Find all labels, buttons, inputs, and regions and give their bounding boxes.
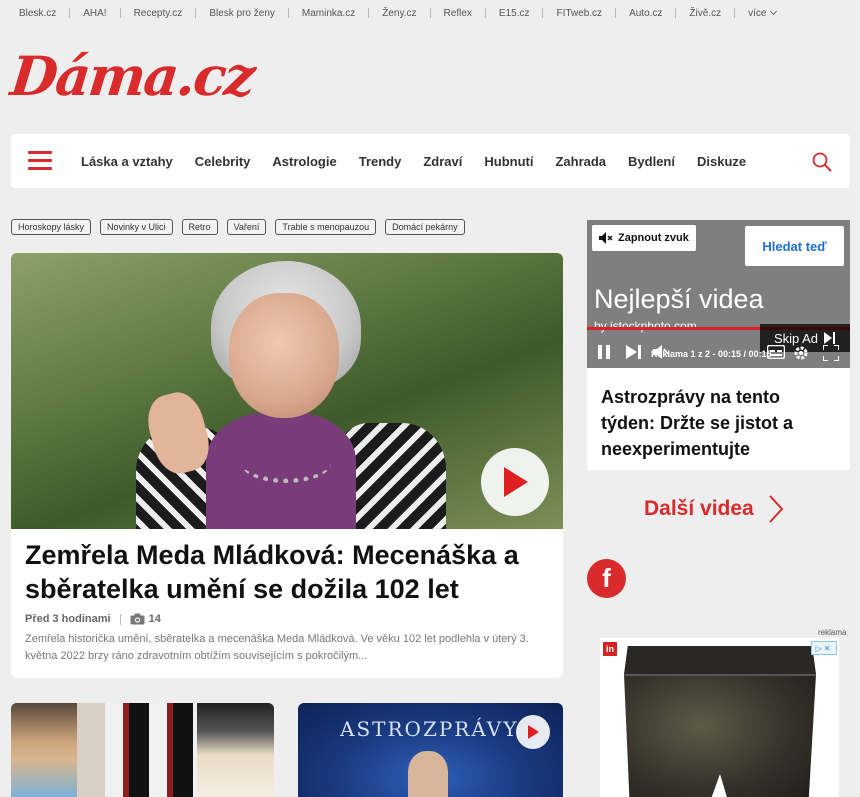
speaker-muted-icon: [599, 232, 613, 244]
network-link[interactable]: Reflex: [444, 8, 472, 19]
nav-item[interactable]: Bydlení: [628, 154, 675, 169]
divider: [69, 8, 71, 18]
divider: [675, 8, 677, 18]
topic-tag[interactable]: Domácí pekárny: [385, 219, 465, 235]
pause-icon[interactable]: [598, 345, 610, 359]
nav-item[interactable]: Hubnutí: [484, 154, 533, 169]
volume-muted-icon[interactable]: [653, 345, 669, 359]
nav-item[interactable]: Celebrity: [195, 154, 251, 169]
ad-product-image[interactable]: [624, 646, 816, 797]
play-icon: [528, 725, 539, 739]
ad-source: by istockphoto.com: [594, 319, 697, 333]
nav-item[interactable]: Diskuze: [697, 154, 746, 169]
nav-item[interactable]: Láska a vztahy: [81, 154, 173, 169]
photo-count: 14: [148, 613, 161, 625]
topic-tag[interactable]: Vaření: [226, 219, 267, 235]
network-link[interactable]: Auto.cz: [629, 8, 662, 19]
nav-item[interactable]: Zahrada: [555, 154, 606, 169]
chevron-down-icon: [770, 7, 778, 16]
astrozpravy-label: ASTROZPRÁVY: [340, 717, 519, 741]
more-videos-link[interactable]: Další videa: [644, 494, 784, 524]
divider: [484, 8, 486, 18]
hero-article-image[interactable]: [11, 253, 563, 529]
divider: [615, 8, 617, 18]
hero-article[interactable]: Zemřela Meda Mládková: Mecenáška a sběra…: [11, 253, 563, 678]
main-nav: Láska a vztahy Celebrity Astrologie Trendy Z…: [11, 134, 850, 188]
nav-menu: Láska a vztahy Celebrity Astrologie Trendy Z…: [81, 134, 768, 188]
nav-item[interactable]: Trendy: [359, 154, 402, 169]
hero-article-perex: Zemřela historička umění, sběratelka a m…: [25, 633, 529, 662]
divider: [429, 8, 431, 18]
topic-tag[interactable]: Trable s menopauzou: [275, 219, 377, 235]
video-time: Reklama 1 z 2 - 00:15 / 00:15: [651, 349, 772, 359]
ad-cta-button[interactable]: Hledat teď: [745, 226, 844, 266]
article-thumbnail-celebrities[interactable]: [11, 703, 274, 797]
hamburger-menu-icon[interactable]: [28, 151, 52, 171]
facebook-icon[interactable]: f: [587, 559, 626, 598]
divider: [734, 8, 736, 18]
topic-tag[interactable]: Retro: [181, 219, 218, 235]
settings-gear-icon[interactable]: [793, 345, 809, 361]
thumbnail-play-button[interactable]: [516, 715, 550, 749]
video-controls: Reklama 1 z 2 - 00:15 / 00:15: [587, 338, 850, 368]
network-link[interactable]: FITweb.cz: [556, 8, 602, 19]
network-link[interactable]: Živě.cz: [689, 8, 721, 19]
divider: [542, 8, 544, 18]
more-videos-label: Další videa: [644, 497, 754, 520]
ad-network-icon: in: [603, 642, 617, 656]
divider: [195, 8, 197, 18]
site-logo[interactable]: Dáma.cz: [8, 44, 257, 108]
network-links: Blesk.cz AHA! Recepty.cz Blesk pro ženy Mami…: [19, 8, 748, 19]
ad-label: reklama: [818, 628, 847, 637]
topic-tag[interactable]: Horoskopy lásky: [11, 219, 92, 235]
ad-close-icon[interactable]: ▷✕: [811, 641, 837, 655]
video-play-button[interactable]: [481, 448, 549, 516]
side-video-card[interactable]: Astrozprávy na tento týden: Držte se jis…: [587, 368, 850, 470]
divider: [368, 8, 370, 18]
next-icon[interactable]: [626, 345, 642, 359]
camera-icon: [130, 613, 145, 625]
more-networks-dropdown[interactable]: více: [748, 7, 778, 19]
article-time: Před 3 hodinami: [25, 613, 111, 625]
network-link[interactable]: Ženy.cz: [382, 8, 416, 19]
topic-tag[interactable]: Novinky v Ulici: [100, 219, 173, 235]
side-video-title[interactable]: Astrozprávy na tento týden: Držte se jis…: [601, 384, 836, 462]
network-link[interactable]: Blesk pro ženy: [209, 8, 275, 19]
advertisement-banner[interactable]: in ▷✕: [600, 638, 839, 797]
topic-tags: Horoskopy lásky Novinky v Ulici Retro Vařen…: [11, 219, 465, 235]
hero-article-meta: Před 3 hodinami 14: [25, 613, 161, 625]
more-networks-label: více: [748, 7, 767, 19]
play-icon: [504, 467, 528, 497]
unmute-button[interactable]: Zapnout zvuk: [592, 225, 696, 251]
network-link[interactable]: E15.cz: [499, 8, 530, 19]
ad-headline: Nejlepší videa: [594, 284, 764, 314]
search-icon[interactable]: [812, 152, 832, 172]
unmute-label: Zapnout zvuk: [618, 232, 689, 244]
network-link[interactable]: Maminka.cz: [302, 8, 355, 19]
hero-article-title[interactable]: Zemřela Meda Mládková: Mecenáška a sběra…: [25, 538, 550, 606]
video-player[interactable]: Zapnout zvuk Hledat teď Nejlepší videa b…: [587, 220, 850, 368]
chevron-right-icon: [768, 495, 784, 523]
nav-item[interactable]: Zdraví: [423, 154, 462, 169]
network-link[interactable]: AHA!: [83, 8, 106, 19]
network-link[interactable]: Blesk.cz: [19, 8, 56, 19]
captions-icon[interactable]: [767, 345, 785, 359]
network-bar: Blesk.cz AHA! Recepty.cz Blesk pro ženy Mami…: [0, 0, 860, 26]
nav-item[interactable]: Astrologie: [272, 154, 336, 169]
article-thumbnail-astrozpravy[interactable]: ASTROZPRÁVY: [298, 703, 563, 797]
divider: [287, 8, 289, 18]
divider: [119, 8, 121, 18]
fullscreen-icon[interactable]: [823, 345, 839, 361]
network-link[interactable]: Recepty.cz: [134, 8, 183, 19]
